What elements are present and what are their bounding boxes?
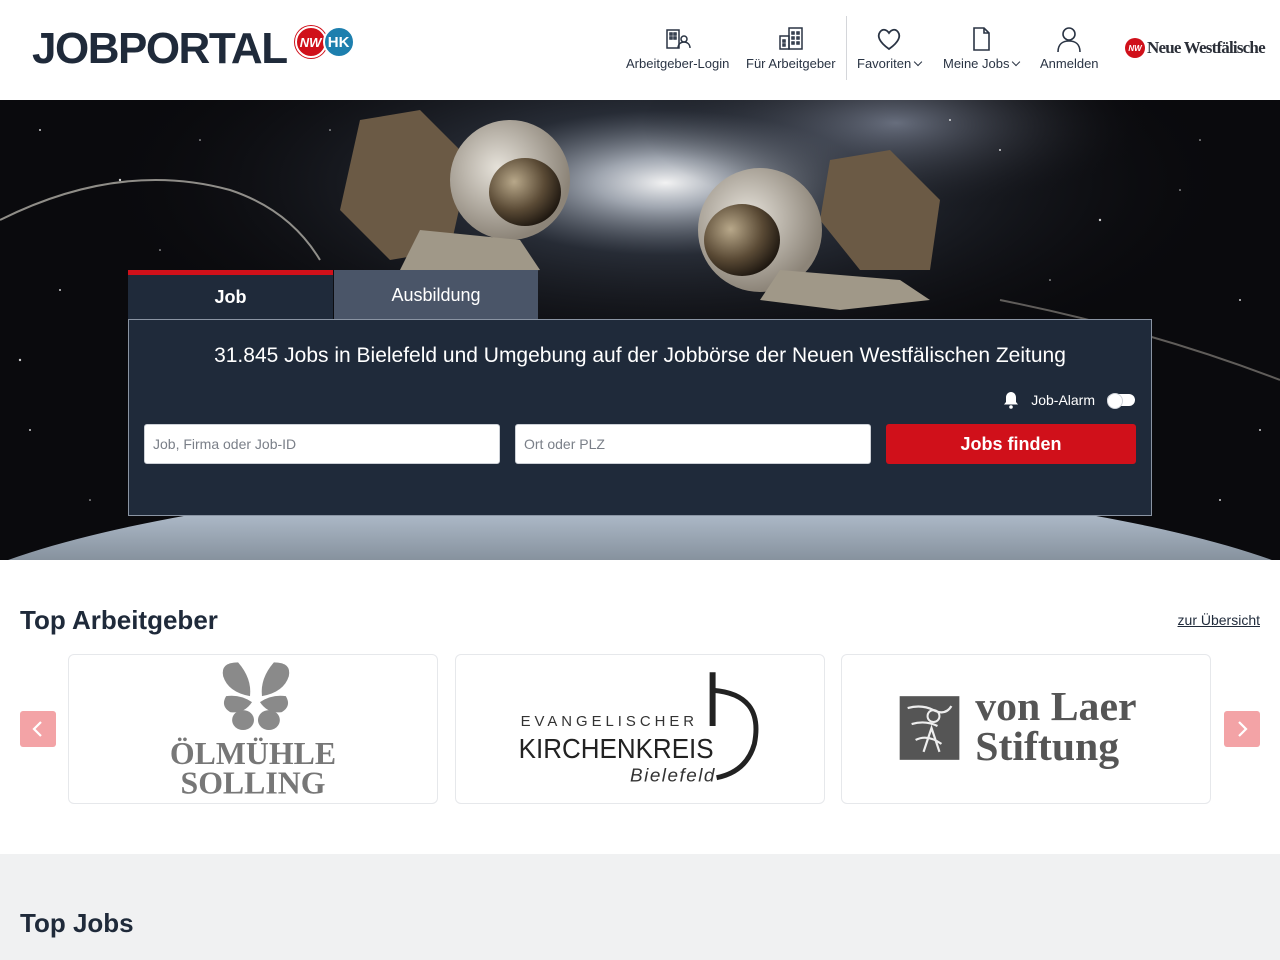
nav-label: Meine Jobs (943, 56, 1010, 71)
brand-text: Neue Westfälische (1147, 38, 1266, 57)
chevron-down-icon (1012, 57, 1021, 67)
building-icon (779, 27, 803, 50)
chevron-left-icon (32, 721, 42, 737)
top-jobs-title: Top Jobs (20, 908, 134, 938)
nw-mini-badge: NW (1125, 38, 1145, 58)
employer-name-line2: Stiftung (975, 724, 1119, 770)
nav-meine-jobs[interactable]: Meine Jobs (943, 24, 1021, 71)
neue-westfaelische-logo[interactable]: NW Neue Westfälische (1125, 38, 1266, 58)
job-alarm-label: Job-Alarm (1031, 392, 1095, 408)
chevron-right-icon (1238, 721, 1248, 737)
nav-favoriten[interactable]: Favoriten (857, 24, 923, 71)
job-alarm-toggle[interactable]: Job-Alarm (1001, 390, 1135, 410)
oelmuehle-logo: ÖLMÜHLE SOLLING (170, 662, 336, 801)
nav-label: Anmelden (1040, 56, 1099, 71)
employer-card-oelmuehle[interactable]: ÖLMÜHLE SOLLING (68, 654, 438, 804)
kirchenkreis-logo: EVANGELISCHER KIRCHENKREIS Bielefeld (519, 672, 759, 787)
nav-label: Favoriten (857, 56, 912, 71)
nav-anmelden[interactable]: Anmelden (1040, 24, 1099, 71)
document-icon (973, 27, 991, 51)
carousel-next-button[interactable] (1224, 711, 1260, 747)
toggle-switch[interactable] (1107, 393, 1135, 409)
employer-card-von-laer[interactable]: von Laer Stiftung (841, 654, 1211, 804)
user-icon (1057, 27, 1082, 53)
nw-badge: NW (294, 26, 327, 58)
employer-name-line1: EVANGELISCHER (521, 714, 698, 730)
nav-arbeitgeber-login[interactable]: Arbeitgeber-Login (626, 24, 729, 71)
site-header: JOBPORTAL NW HK Arbeitgeber-Login Für Ar… (0, 0, 1280, 100)
nav-label: Für Arbeitgeber (746, 56, 836, 71)
logo-text: JOBPORTAL (32, 24, 288, 73)
employer-login-icon (665, 29, 691, 49)
location-input[interactable] (515, 424, 871, 464)
employer-name-line3: Bielefeld (630, 766, 716, 787)
employer-card-kirchenkreis[interactable]: EVANGELISCHER KIRCHENKREIS Bielefeld (455, 654, 825, 804)
search-panel: 31.845 Jobs in Bielefeld und Umgebung au… (128, 319, 1152, 516)
employer-name-line2: KIRCHENKREIS (519, 733, 714, 764)
carousel-prev-button[interactable] (20, 711, 56, 747)
find-jobs-button[interactable]: Jobs finden (886, 424, 1136, 464)
nav-label: Arbeitgeber-Login (626, 56, 730, 71)
jobportal-logo[interactable]: JOBPORTAL NW HK (32, 26, 355, 72)
overview-link[interactable]: zur Übersicht (1178, 612, 1260, 628)
nav-label-wrap: Favoriten (857, 56, 923, 71)
employer-name-line2: SOLLING (181, 766, 326, 801)
top-employers-title: Top Arbeitgeber (20, 605, 218, 635)
job-search-input[interactable] (144, 424, 500, 464)
heart-icon (877, 28, 901, 51)
nav-label-wrap: Meine Jobs (943, 56, 1021, 71)
nav-fuer-arbeitgeber[interactable]: Für Arbeitgeber (746, 24, 836, 71)
search-title: 31.845 Jobs in Bielefeld und Umgebung au… (214, 344, 1066, 367)
von-laer-logo: von Laer Stiftung (899, 684, 1137, 770)
hk-badge: HK (322, 26, 355, 58)
bell-icon (1004, 392, 1019, 409)
tab-ausbildung[interactable]: Ausbildung (334, 270, 538, 320)
chevron-down-icon (913, 57, 923, 67)
nav-divider (846, 16, 847, 80)
hero-banner: Job Ausbildung 31.845 Jobs in Bielefeld … (0, 100, 1280, 560)
top-jobs-section: Top Jobs (0, 854, 1280, 960)
tab-job[interactable]: Job (128, 270, 333, 320)
